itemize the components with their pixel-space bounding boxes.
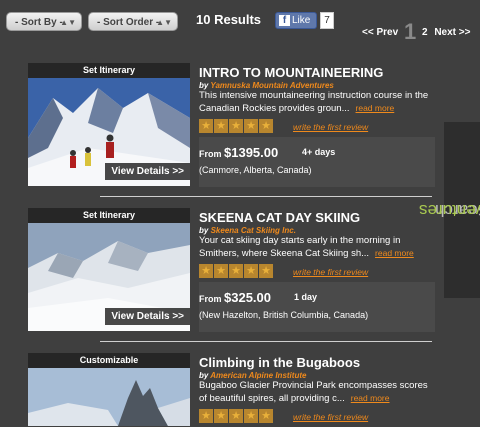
results-count: 10 Results — [196, 12, 262, 27]
price-box: From $1395.00 4+ days (Canmore, Alberta,… — [199, 137, 435, 187]
location: (New Hazelton, British Columbia, Canada) — [199, 310, 369, 320]
listing-by-line: by Skeena Cat Skiing Inc. — [199, 226, 296, 235]
by-label: by — [199, 226, 209, 235]
star-icon[interactable]: ★ — [229, 119, 243, 133]
sort-by-select[interactable]: - Sort By - ▲▼ — [6, 12, 82, 31]
current-page: 1 — [403, 19, 417, 44]
organization-link[interactable]: Yamnuska Mountain Adventures — [210, 81, 333, 90]
organization-link[interactable]: Skeena Cat Skiing Inc. — [211, 226, 296, 235]
itinerary-badge: Customizable — [28, 353, 190, 368]
star-icon[interactable]: ★ — [214, 119, 228, 133]
star-icon[interactable]: ★ — [244, 409, 258, 423]
facebook-like-button[interactable]: f Like — [275, 12, 317, 29]
description-text: Your cat skiing day starts early in the … — [199, 235, 401, 259]
star-icon[interactable]: ★ — [199, 409, 213, 423]
write-review-link[interactable]: write the first review — [293, 412, 368, 422]
view-details-button[interactable]: View Details >> — [105, 308, 190, 325]
by-label: by — [199, 371, 209, 380]
star-icon[interactable]: ★ — [199, 119, 213, 133]
bugaboos-photo — [28, 368, 190, 426]
price-prefix: From — [199, 294, 222, 304]
star-icon[interactable]: ★ — [259, 119, 273, 133]
view-details-button[interactable]: View Details >> — [105, 163, 190, 180]
star-icon[interactable]: ★ — [229, 409, 243, 423]
star-rating[interactable]: ★ ★ ★ ★ ★ — [199, 119, 274, 134]
listing-by-line: by Yamnuska Mountain Adventures — [199, 81, 334, 90]
listing-item: Customizable Climbing in the Bugaboos by… — [28, 353, 428, 426]
star-icon[interactable]: ★ — [229, 264, 243, 278]
listing-photo[interactable]: View Details >> — [28, 223, 190, 331]
listing-title[interactable]: INTRO TO MOUNTAINEERING — [199, 65, 383, 80]
location: (Canmore, Alberta, Canada) — [199, 165, 312, 175]
select-arrows-icon: ▲▼ — [60, 18, 76, 27]
star-icon[interactable]: ★ — [199, 264, 213, 278]
facebook-icon: f — [279, 15, 290, 26]
like-label: Like — [292, 15, 311, 26]
organization-link[interactable]: American Alpine Institute — [210, 371, 306, 380]
star-icon[interactable]: ★ — [244, 119, 258, 133]
price-amount: $325.00 — [224, 290, 272, 305]
side-tab-word-adventures: Adventures — [419, 201, 480, 220]
listing-title[interactable]: SKEENA CAT DAY SKIING — [199, 210, 360, 225]
star-icon[interactable]: ★ — [259, 409, 273, 423]
sort-order-select[interactable]: - Sort Order - ▲▼ — [88, 12, 178, 31]
price-prefix: From — [199, 149, 222, 159]
star-icon[interactable]: ★ — [259, 264, 273, 278]
price: From $1395.00 — [199, 145, 278, 160]
duration: 4+ days — [302, 147, 336, 157]
listing-description: Your cat skiing day starts early in the … — [199, 235, 435, 260]
prev-link[interactable]: << Prev — [362, 27, 398, 38]
listing-divider — [100, 196, 432, 197]
listing-divider — [100, 341, 432, 342]
select-arrows-icon: ▲▼ — [156, 18, 172, 27]
pagination: << Prev 1 2 Next >> — [362, 15, 470, 44]
star-icon[interactable]: ★ — [214, 264, 228, 278]
read-more-link[interactable]: read more — [351, 393, 390, 403]
by-label: by — [199, 81, 209, 90]
write-review-link[interactable]: write the first review — [293, 122, 368, 132]
listing-photo[interactable]: View Details >> — [28, 78, 190, 186]
next-link[interactable]: Next >> — [434, 27, 470, 38]
read-more-link[interactable]: read more — [375, 248, 414, 258]
price-box: From $325.00 1 day (New Hazelton, Britis… — [199, 282, 435, 332]
page-2-link[interactable]: 2 — [422, 27, 428, 38]
write-review-link[interactable]: write the first review — [293, 267, 368, 277]
like-count: 7 — [320, 12, 334, 29]
star-icon[interactable]: ★ — [214, 409, 228, 423]
star-rating[interactable]: ★ ★ ★ ★ ★ — [199, 264, 274, 279]
read-more-link[interactable]: read more — [356, 103, 395, 113]
itinerary-badge: Set Itinerary — [28, 63, 190, 78]
listing-by-line: by American Alpine Institute — [199, 371, 306, 380]
description-text: Bugaboo Glacier Provincial Park encompas… — [199, 380, 428, 404]
itinerary-badge: Set Itinerary — [28, 208, 190, 223]
search-adventures-tab[interactable]: Search Adventures — [419, 122, 480, 298]
listing-description: This intensive mountaineering instructio… — [199, 90, 435, 115]
listing-description: Bugaboo Glacier Provincial Park encompas… — [199, 380, 435, 405]
duration: 1 day — [294, 292, 318, 302]
sort-by-label: - Sort By - — [15, 17, 63, 28]
listing-photo[interactable] — [28, 368, 190, 426]
results-toolbar: - Sort By - ▲▼ - Sort Order - ▲▼ 10 Resu… — [0, 0, 480, 44]
star-icon[interactable]: ★ — [244, 264, 258, 278]
star-rating[interactable]: ★ ★ ★ ★ ★ — [199, 409, 274, 424]
listing-item: Set Itinerary View Details >> SKEENA CAT… — [28, 208, 435, 338]
sort-order-label: - Sort Order - — [97, 17, 160, 28]
price-amount: $1395.00 — [224, 145, 279, 160]
listing-title[interactable]: Climbing in the Bugaboos — [199, 355, 360, 370]
price: From $325.00 — [199, 290, 271, 305]
listing-item: Set Itinerary View Details >> INTRO TO M… — [28, 63, 435, 193]
